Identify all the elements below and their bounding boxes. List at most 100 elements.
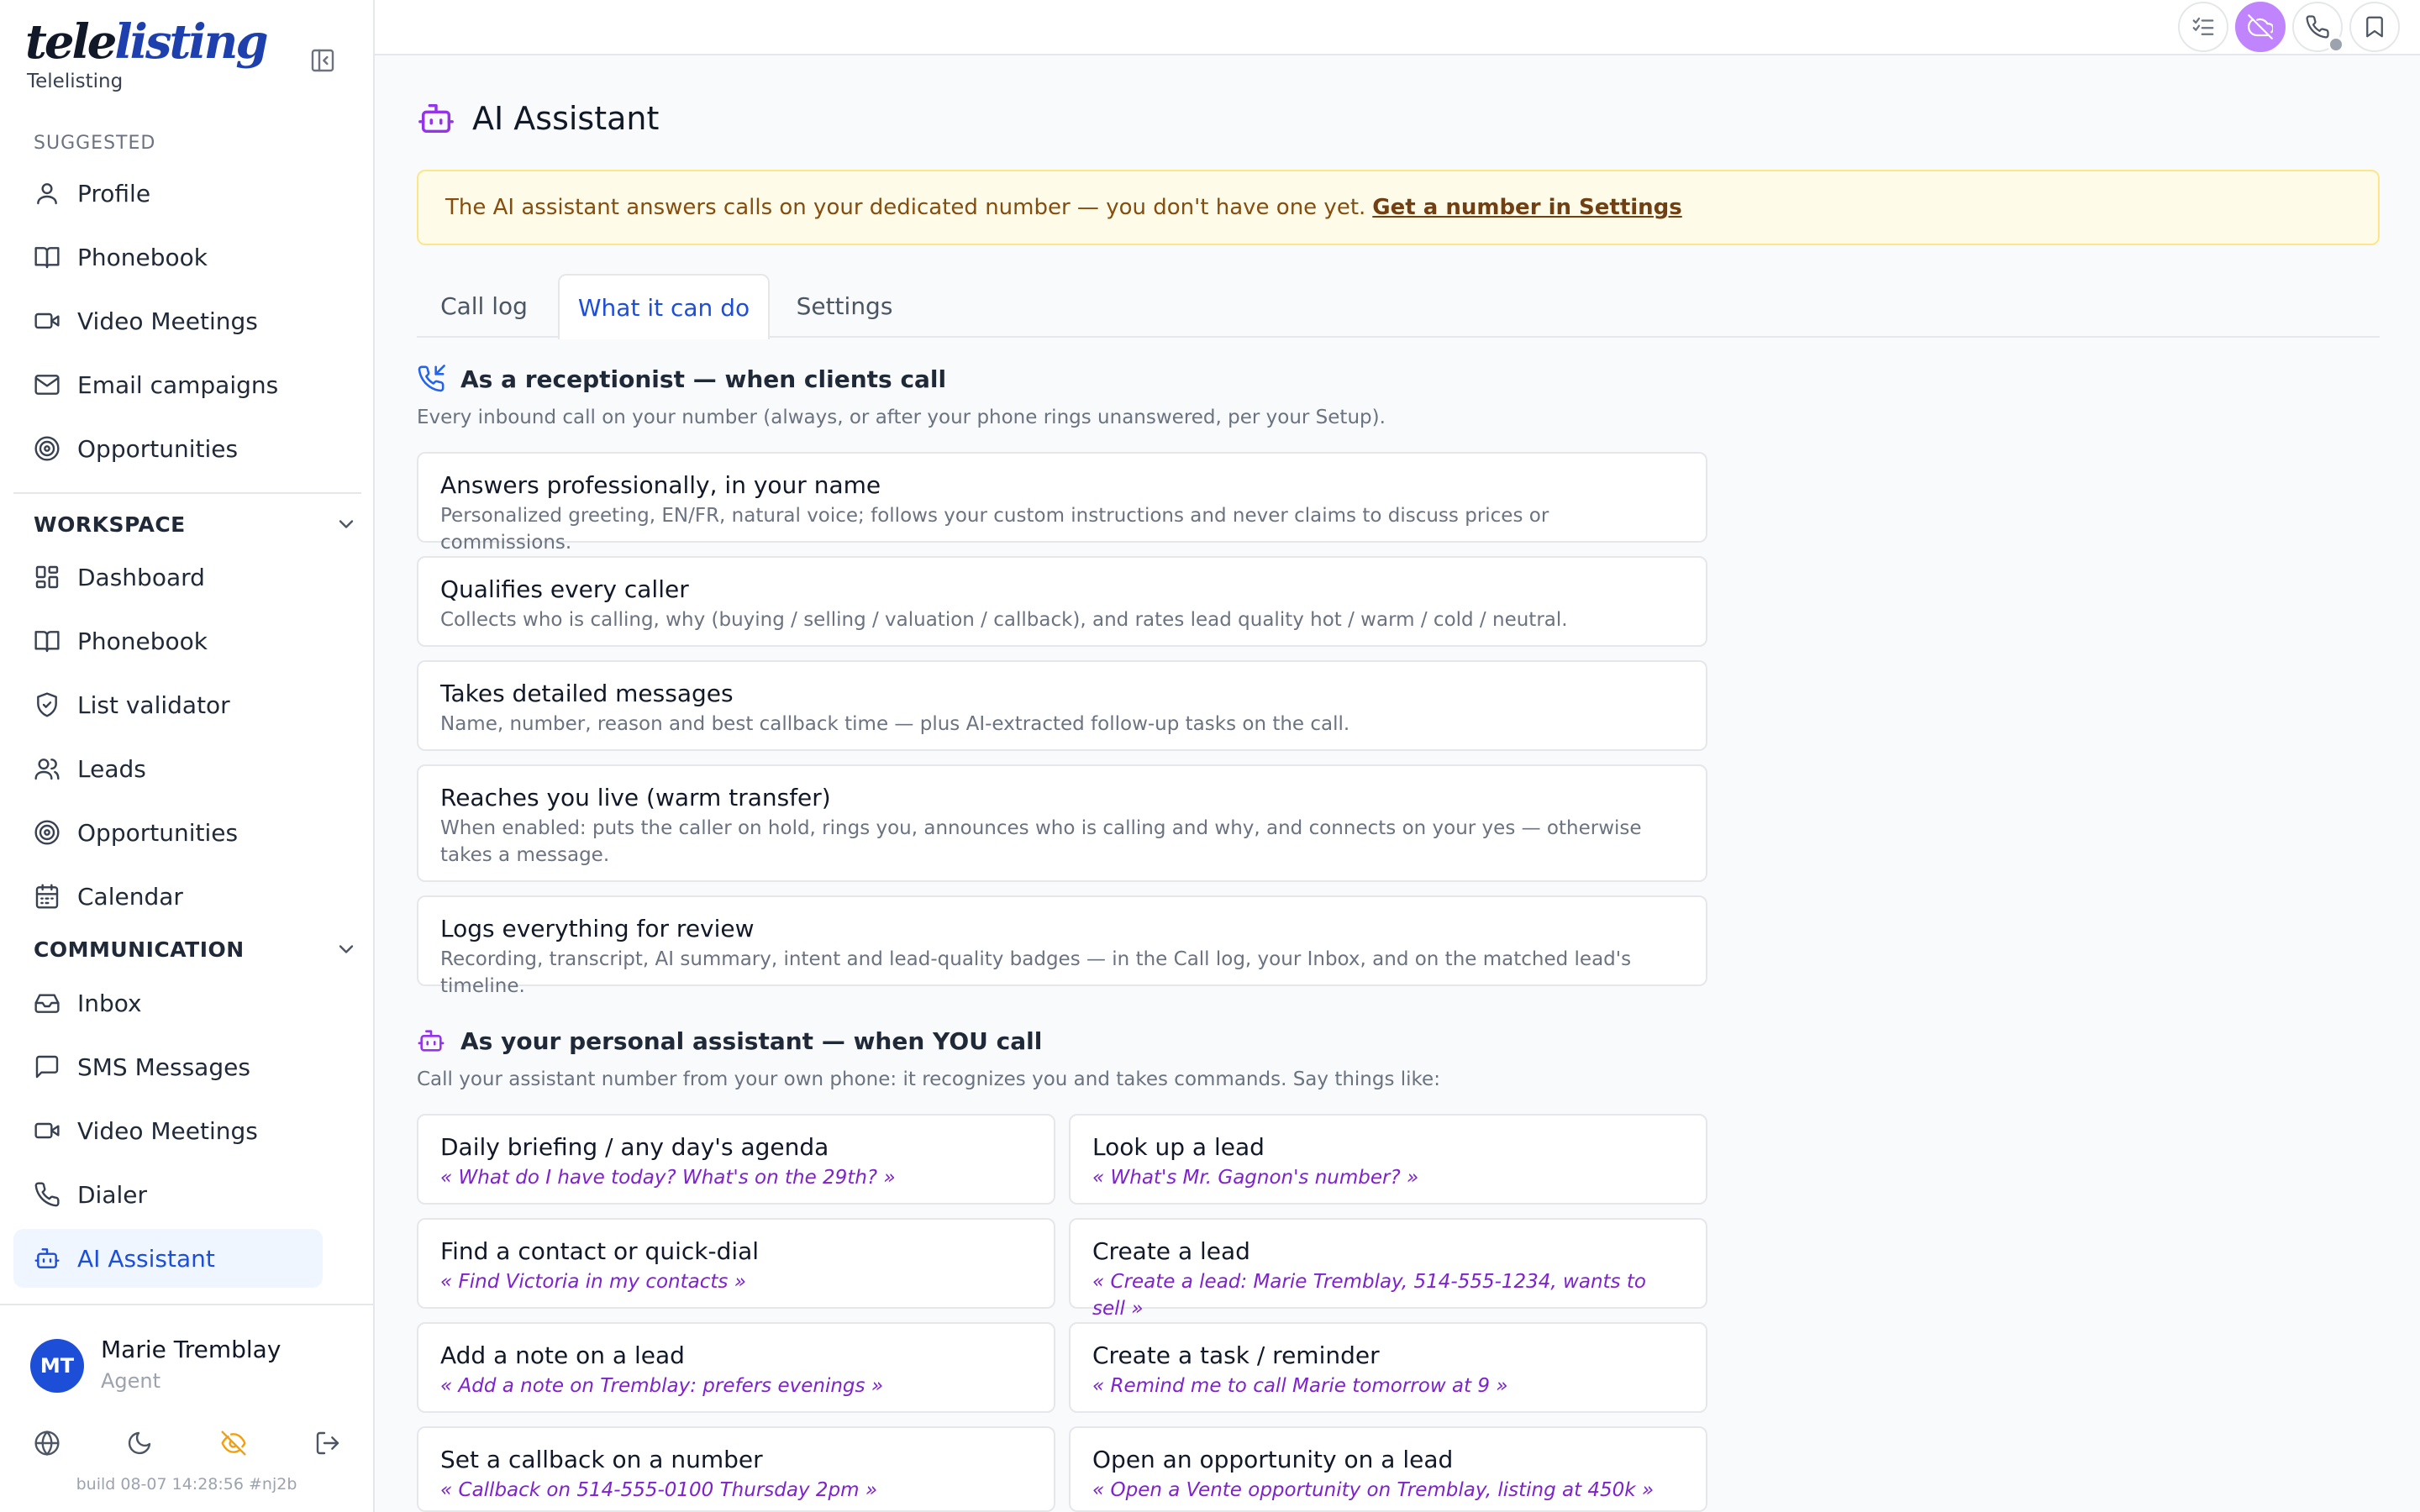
command-card: Create a task / reminder « Remind me to …	[1069, 1322, 1707, 1413]
sidebar-item-phonebook-workspace[interactable]: Phonebook	[13, 612, 323, 670]
personal-section-title: As your personal assistant — when YOU ca…	[417, 1026, 1042, 1055]
sidebar-item-leads[interactable]: Leads	[13, 739, 323, 798]
inbox-icon	[34, 994, 60, 1013]
sidebar-item-label: List validator	[77, 690, 230, 719]
top-bar	[375, 0, 2420, 55]
user-name: Marie Tremblay	[101, 1336, 281, 1363]
book-icon	[34, 631, 60, 653]
command-card: Look up a lead « What's Mr. Gagnon's num…	[1069, 1114, 1707, 1205]
card-title: Qualifies every caller	[440, 575, 689, 603]
bot-icon	[34, 1248, 60, 1268]
user-icon	[37, 183, 57, 205]
page-title-text: AI Assistant	[472, 100, 660, 137]
sidebar-item-video-meetings[interactable]: Video Meetings	[13, 291, 323, 350]
sidebar-item-label: Video Meetings	[77, 307, 258, 335]
brand: telelisting Telelisting	[25, 14, 269, 92]
card-example: « Add a note on Tremblay: prefers evenin…	[440, 1375, 884, 1397]
phone-incoming-icon	[418, 365, 445, 392]
command-card: Daily briefing / any day's agenda « What…	[417, 1114, 1055, 1205]
sidebar-item-email-campaigns[interactable]: Email campaigns	[13, 355, 323, 414]
capability-card: Takes detailed messages Name, number, re…	[417, 660, 1707, 751]
sidebar-item-inbox[interactable]: Inbox	[13, 974, 323, 1032]
card-title: Create a task / reminder	[1092, 1341, 1380, 1369]
sidebar-item-label: Dashboard	[77, 563, 205, 591]
sidebar-item-label: Leads	[77, 754, 146, 783]
book-icon	[34, 247, 60, 269]
section-workspace[interactable]: WORKSPACE	[34, 507, 361, 541]
sidebar-item-label: Phonebook	[77, 627, 208, 655]
video-icon	[34, 312, 60, 329]
section-suggested: SUGGESTED	[34, 126, 361, 160]
section-label: WORKSPACE	[34, 512, 186, 537]
sidebar-item-ai-assistant[interactable]: AI Assistant	[13, 1229, 323, 1288]
receptionist-section-desc: Every inbound call on your number (alway…	[417, 407, 1386, 428]
card-example: « Remind me to call Marie tomorrow at 9 …	[1092, 1375, 1508, 1397]
video-icon	[34, 1122, 60, 1139]
section-communication[interactable]: COMMUNICATION	[34, 932, 361, 966]
tab-settings[interactable]: Settings	[776, 274, 913, 338]
sidebar-item-label: Email campaigns	[77, 370, 279, 399]
avatar[interactable]: MT	[30, 1339, 84, 1393]
user-role: Agent	[101, 1369, 161, 1393]
sidebar-item-phonebook[interactable]: Phonebook	[13, 228, 323, 286]
sidebar-item-opportunities[interactable]: Opportunities	[13, 419, 323, 478]
theme-toggle-button[interactable]	[123, 1426, 156, 1460]
no-number-banner: The AI assistant answers calls on your d…	[417, 170, 2380, 245]
dashboard-icon	[35, 565, 59, 589]
capability-card: Reaches you live (warm transfer) When en…	[417, 764, 1707, 882]
bookmark-button[interactable]	[2349, 2, 2400, 52]
offline-status-button[interactable]	[2235, 2, 2286, 52]
sidebar-item-label: Opportunities	[77, 434, 239, 463]
section-label: SUGGESTED	[34, 132, 156, 154]
user-panel: MT Marie Tremblay Agent build 08-07 14:2…	[0, 1304, 373, 1512]
cloud-off-icon	[2248, 14, 2273, 39]
sidebar-item-label: Dialer	[77, 1180, 148, 1209]
card-title: Logs everything for review	[440, 915, 755, 942]
sidebar-item-profile[interactable]: Profile	[13, 164, 323, 223]
bot-icon	[418, 103, 454, 134]
card-desc: When enabled: puts the caller on hold, r…	[440, 817, 1642, 866]
card-example: « What do I have today? What's on the 29…	[440, 1167, 896, 1189]
language-button[interactable]	[30, 1426, 64, 1460]
card-title: Set a callback on a number	[440, 1446, 763, 1473]
get-number-link[interactable]: Get a number in Settings	[1372, 195, 1681, 220]
sidebar-item-sms-messages[interactable]: SMS Messages	[13, 1037, 323, 1096]
chevron-down-icon	[339, 520, 354, 528]
sidebar-item-label: Video Meetings	[77, 1116, 258, 1145]
card-desc: Collects who is calling, why (buying / s…	[440, 609, 1568, 631]
sidebar-item-list-validator[interactable]: List validator	[13, 675, 323, 734]
section-label: COMMUNICATION	[34, 937, 245, 962]
calendar-icon	[35, 884, 59, 909]
card-desc: Personalized greeting, EN/FR, natural vo…	[440, 505, 1549, 554]
sidebar-item-label: SMS Messages	[77, 1053, 250, 1081]
card-title: Create a lead	[1092, 1237, 1250, 1265]
card-example: « What's Mr. Gagnon's number? »	[1092, 1167, 1419, 1189]
card-title: Add a note on a lead	[440, 1341, 685, 1369]
privacy-toggle-button[interactable]	[217, 1426, 250, 1460]
target-icon	[34, 436, 60, 461]
logout-button[interactable]	[311, 1426, 345, 1460]
checklist-icon	[2192, 17, 2214, 35]
command-card: Add a note on a lead « Add a note on Tre…	[417, 1322, 1055, 1413]
sidebar-item-calendar[interactable]: Calendar	[13, 867, 323, 926]
sidebar: telelisting Telelisting SUGGESTED Profil…	[0, 0, 375, 1512]
sidebar-collapse-icon	[311, 49, 334, 72]
sidebar-collapse-button[interactable]	[309, 47, 336, 74]
sidebar-item-dashboard[interactable]: Dashboard	[13, 548, 323, 606]
tab-call-log[interactable]: Call log	[417, 274, 551, 338]
sidebar-item-opportunities-workspace[interactable]: Opportunities	[13, 803, 323, 862]
sidebar-item-dialer[interactable]: Dialer	[13, 1165, 323, 1224]
tab-what-it-can-do[interactable]: What it can do	[558, 274, 770, 339]
capability-card: Qualifies every caller Collects who is c…	[417, 556, 1707, 647]
logo-part-blue: listing	[114, 14, 268, 70]
brand-logo[interactable]: telelisting	[25, 14, 269, 70]
command-card: Create a lead « Create a lead: Marie Tre…	[1069, 1218, 1707, 1320]
target-icon	[34, 820, 60, 845]
capability-card: Logs everything for review Recording, tr…	[417, 895, 1707, 997]
users-icon	[34, 759, 60, 780]
page-title: AI Assistant	[417, 99, 659, 138]
sidebar-item-video-meetings-comm[interactable]: Video Meetings	[13, 1101, 323, 1160]
tasks-button[interactable]	[2178, 2, 2228, 52]
personal-section-desc: Call your assistant number from your own…	[417, 1068, 1440, 1090]
card-title: Daily briefing / any day's agenda	[440, 1133, 829, 1161]
